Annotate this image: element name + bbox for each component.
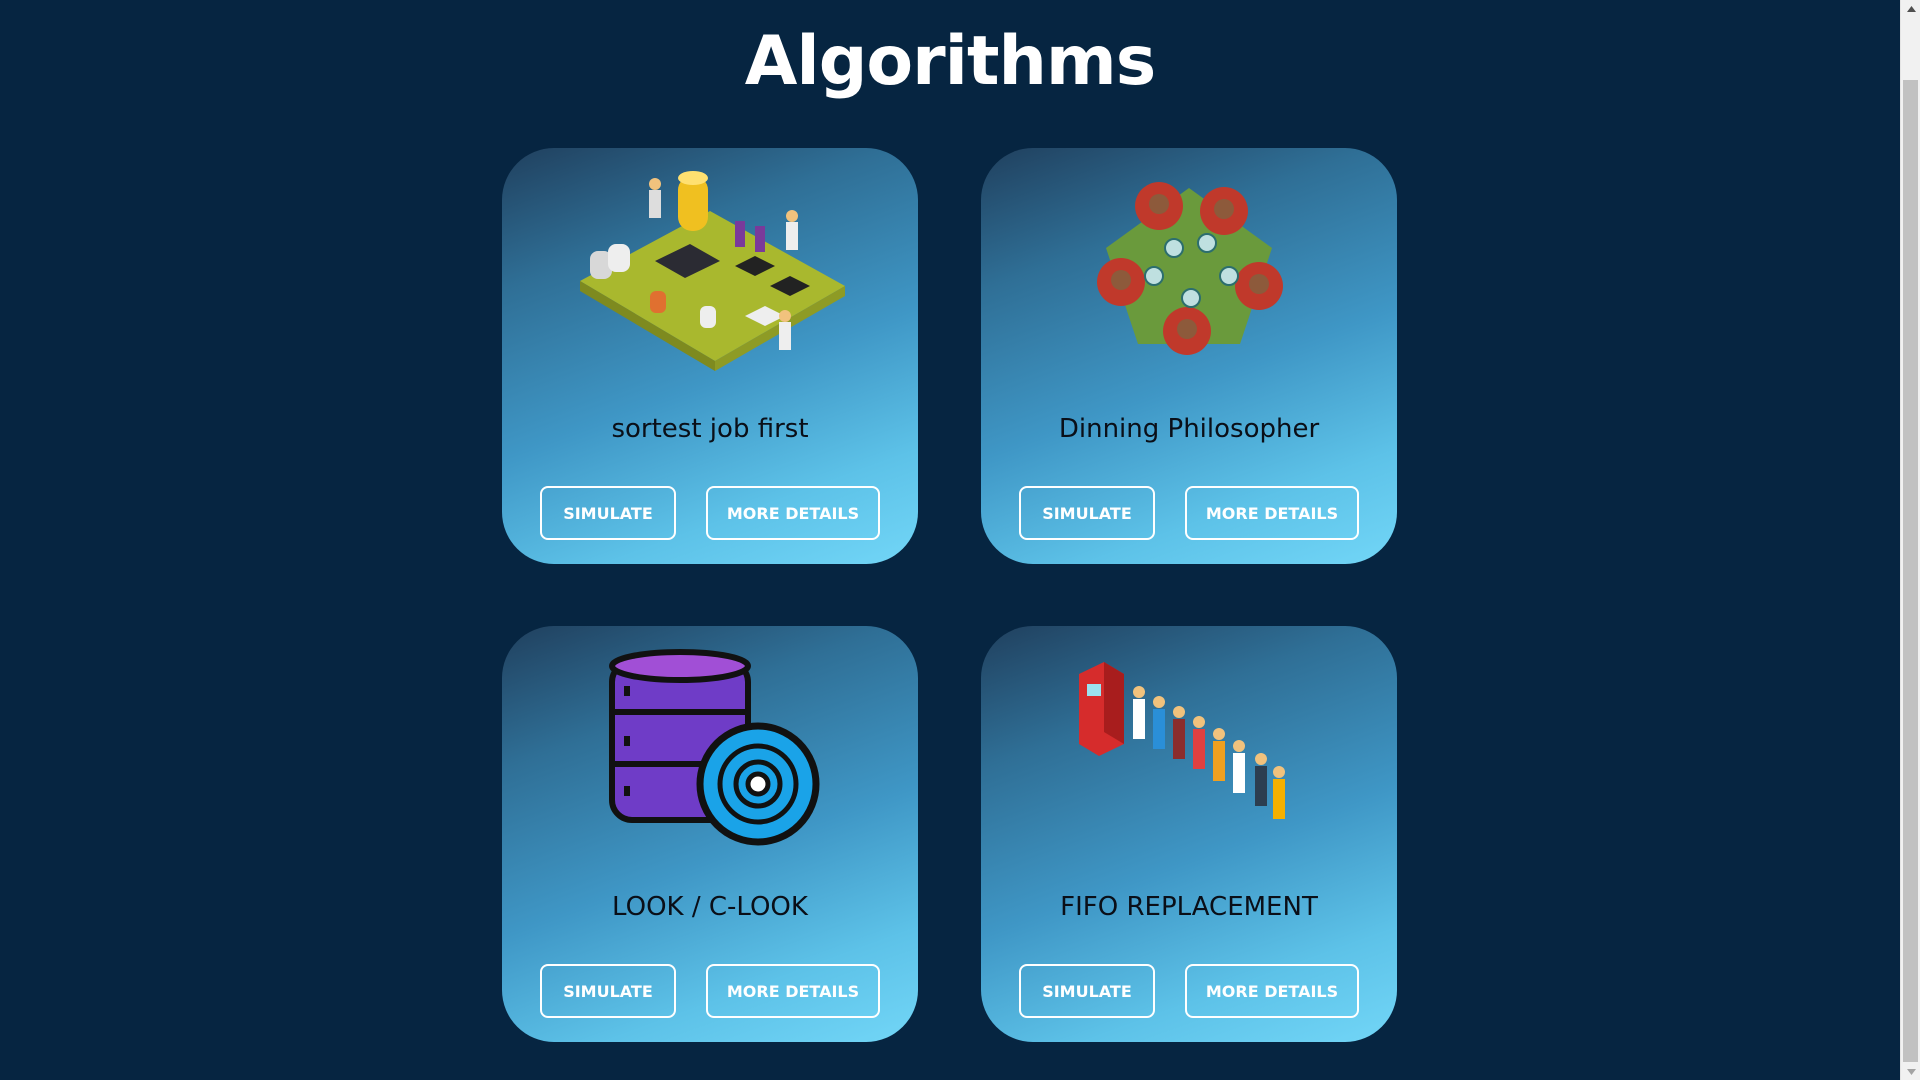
simulate-button[interactable]: SIMULATE: [540, 486, 676, 540]
card-title: Dinning Philosopher: [1058, 414, 1320, 444]
more-details-button[interactable]: MORE DETAILS: [1185, 964, 1359, 1018]
simulate-button[interactable]: SIMULATE: [1019, 964, 1155, 1018]
disk-database-icon: [560, 644, 860, 854]
circuit-board-illustration: [560, 166, 860, 376]
scrollbar-thumb[interactable]: [1903, 80, 1918, 1062]
atm-queue-illustration: [1039, 644, 1339, 854]
algorithm-card-dining-philosopher: Dinning Philosopher SIMULATE MORE DETAIL…: [981, 148, 1397, 564]
more-details-button[interactable]: MORE DETAILS: [1185, 486, 1359, 540]
scroll-down-arrow-icon[interactable]: [1901, 1063, 1920, 1080]
simulate-button[interactable]: SIMULATE: [540, 964, 676, 1018]
simulate-button[interactable]: SIMULATE: [1019, 486, 1155, 540]
page: Algorithms sortest job first SIMULATE MO…: [0, 0, 1900, 1080]
card-title: LOOK / C-LOOK: [612, 892, 808, 922]
more-details-button[interactable]: MORE DETAILS: [706, 964, 880, 1018]
card-title: FIFO REPLACEMENT: [1060, 892, 1318, 922]
vertical-scrollbar[interactable]: [1900, 0, 1920, 1080]
dining-table-illustration: [1039, 166, 1339, 376]
more-details-button[interactable]: MORE DETAILS: [706, 486, 880, 540]
algorithm-card-look-clook: LOOK / C-LOOK SIMULATE MORE DETAILS: [502, 626, 918, 1042]
scroll-up-arrow-icon[interactable]: [1901, 0, 1920, 17]
algorithm-card-fifo-replacement: FIFO REPLACEMENT SIMULATE MORE DETAILS: [981, 626, 1397, 1042]
page-title: Algorithms: [744, 22, 1156, 101]
card-title: sortest job first: [611, 414, 809, 444]
algorithm-card-sjf: sortest job first SIMULATE MORE DETAILS: [502, 148, 918, 564]
